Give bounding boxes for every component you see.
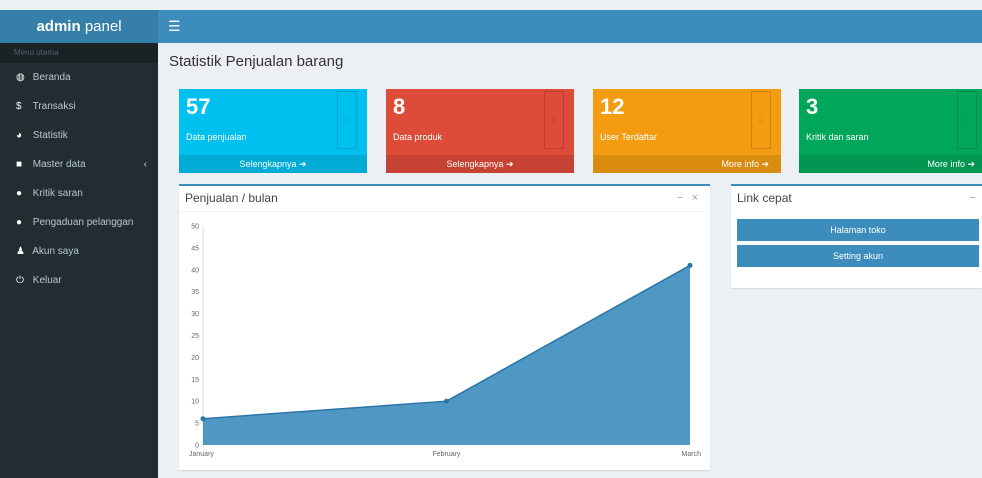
y-tick-label: 5 (195, 421, 199, 428)
stat-more-link[interactable]: Selengkapnya ➔ (386, 155, 574, 173)
data-point (200, 416, 206, 422)
y-tick-label: 10 (191, 399, 199, 406)
y-tick-label: 20 (191, 355, 199, 362)
menu-toggle-icon[interactable]: ☰ (168, 10, 181, 43)
y-tick-label: 15 (191, 377, 199, 384)
power-icon: ⏻ (16, 275, 24, 286)
folder-icon: ■ (16, 159, 23, 170)
sidebar-item-master-data[interactable]: ■ Master data ‹ (0, 150, 158, 179)
series-area (203, 265, 690, 445)
data-point (687, 262, 693, 268)
brand-rest: panel (80, 18, 122, 35)
setting-akun-button[interactable]: Setting akun (737, 245, 979, 267)
sidebar-item-label: Master data (32, 159, 86, 170)
x-tick-label: February (432, 451, 461, 458)
brand-bold: admin (36, 18, 81, 35)
shopping-bag-icon: ▯ (337, 91, 357, 149)
x-tick-label: March (682, 451, 702, 458)
stat-more-link[interactable]: More info ➔ (799, 155, 982, 173)
stat-box-produk: 8 Data produk ▯ Selengkapnya ➔ (386, 89, 574, 173)
comments-icon: ● (16, 188, 23, 199)
sales-area-chart: 0 5 10 15 20 25 30 35 40 45 50 January February March (189, 224, 702, 459)
chart-panel: Penjualan / bulan − × 0 5 10 15 20 25 30 35 40 45… (179, 184, 710, 470)
stat-label: User Terdaftar (600, 132, 657, 142)
brand-logo[interactable]: admin panel (0, 10, 158, 43)
halaman-toko-button[interactable]: Halaman toko (737, 219, 979, 241)
user-icon: ♟ (16, 246, 25, 257)
sidebar-item-kritik-saran[interactable]: ● Kritik saran (0, 179, 158, 208)
stat-value: 12 (600, 94, 625, 119)
pie-chart-icon: ◕ (16, 130, 23, 141)
sidebar-item-label: Kritik saran (32, 188, 83, 199)
sidebar: Menu utama ◍ Beranda $ Transaksi ◕ Stati… (0, 43, 158, 478)
stat-value: 57 (186, 94, 211, 119)
sidebar-item-pengaduan-pelanggan[interactable]: ● Pengaduan pelanggan (0, 208, 158, 237)
sidebar-item-label: Beranda (32, 72, 71, 83)
main-content: Statistik Penjualan barang 57 Data penju… (158, 43, 982, 478)
user-add-icon: ▯ (751, 91, 771, 149)
stat-value: 8 (393, 94, 406, 119)
y-tick-label: 50 (191, 224, 199, 231)
sidebar-item-label: Keluar (32, 275, 62, 286)
sidebar-item-keluar[interactable]: ⏻ Keluar (0, 266, 158, 295)
stat-box-kritik: 3 Kritik dan saran ▯ More info ➔ (799, 89, 982, 173)
minimize-icon[interactable]: − (970, 192, 976, 204)
dollar-icon: $ (16, 101, 22, 112)
top-navbar: ☰ (158, 10, 982, 43)
x-tick-label: January (189, 451, 214, 458)
sidebar-item-label: Transaksi (32, 101, 76, 112)
stat-more-link[interactable]: Selengkapnya ➔ (179, 155, 367, 173)
data-point (444, 398, 449, 404)
sidebar-item-statistik[interactable]: ◕ Statistik (0, 121, 158, 150)
quick-links-panel: Link cepat − Halaman toko Setting akun (731, 184, 982, 288)
sidebar-item-label: Pengaduan pelanggan (32, 217, 134, 228)
comment-icon: ▯ (957, 91, 977, 149)
chevron-left-icon: ‹ (143, 159, 147, 170)
quick-links-title: Link cepat (737, 191, 792, 205)
stat-label: Data penjualan (186, 132, 247, 142)
stat-label: Data produk (393, 132, 443, 142)
y-tick-label: 45 (191, 245, 199, 252)
y-tick-label: 0 (195, 443, 199, 450)
comments-icon: ● (16, 217, 23, 228)
stat-box-user: 12 User Terdaftar ▯ More info ➔ (593, 89, 781, 173)
chart-panel-title: Penjualan / bulan (185, 191, 278, 205)
stat-more-link[interactable]: More info ➔ (593, 155, 781, 173)
y-tick-label: 25 (191, 333, 199, 340)
y-tick-label: 40 (191, 267, 199, 274)
y-tick-label: 35 (191, 289, 199, 296)
quick-links-header: Link cepat − (731, 186, 982, 212)
stat-value: 3 (806, 94, 819, 119)
sidebar-item-transaksi[interactable]: $ Transaksi (0, 92, 158, 121)
dashboard-icon: ◍ (16, 72, 25, 83)
chart-panel-header: Penjualan / bulan − × (179, 186, 710, 212)
minimize-icon[interactable]: − (677, 192, 683, 204)
sidebar-header: Menu utama (0, 43, 158, 63)
sidebar-item-label: Statistik (32, 130, 68, 141)
stat-box-penjualan: 57 Data penjualan ▯ Selengkapnya ➔ (179, 89, 367, 173)
y-tick-label: 30 (191, 311, 199, 318)
sidebar-item-beranda[interactable]: ◍ Beranda (0, 63, 158, 92)
close-icon[interactable]: × (692, 192, 698, 204)
sidebar-item-akun-saya[interactable]: ♟ Akun saya (0, 237, 158, 266)
box-icon: ▯ (544, 91, 564, 149)
stat-label: Kritik dan saran (806, 132, 869, 142)
page-title: Statistik Penjualan barang (169, 53, 344, 70)
sidebar-item-label: Akun saya (32, 246, 79, 257)
